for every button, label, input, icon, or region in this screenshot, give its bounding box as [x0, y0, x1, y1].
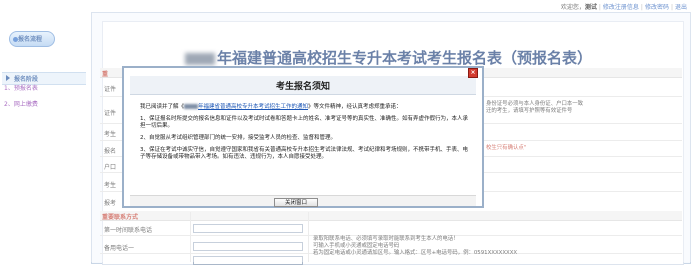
notice-modal: 考生报名须知 × 我已阅读并了解《 年福建省普通高校专升本考试招生工作的通知》等文… — [122, 66, 484, 208]
notice-paragraph-3: 2、自觉服从考试组织管理部门的统一安排，接受监考人员的检查、监督和管理。 — [140, 135, 337, 141]
notice-paragraph-4: 3、保证在考试中诚实守信，自觉遵守国家和我省有关普通高校专升本招生考试法律法规、… — [140, 147, 469, 160]
notice-paragraph-1: 我已阅读并了解《 年福建省普通高校专升本考试招生工作的通知》等文件精神，经认真考虑… — [140, 104, 402, 110]
redacted-year-link — [184, 104, 199, 109]
notice-document-link[interactable]: 年福建省普通高校专升本考试招生工作的通知 — [198, 104, 308, 110]
close-window-button[interactable]: 关闭窗口 — [274, 198, 318, 207]
close-icon[interactable]: × — [468, 68, 478, 78]
modal-title: 考生报名须知 — [275, 82, 330, 92]
modal-header: 考生报名须知 × — [130, 68, 478, 95]
notice-paragraph-2: 1、保证报名时所提交的报名信息和证件以及考试时试卷和答题卡上的姓名、准考证号等的… — [140, 116, 469, 129]
modal-body: 我已阅读并了解《 年福建省普通高校专升本考试招生工作的通知》等文件精神，经认真考虑… — [140, 104, 470, 166]
